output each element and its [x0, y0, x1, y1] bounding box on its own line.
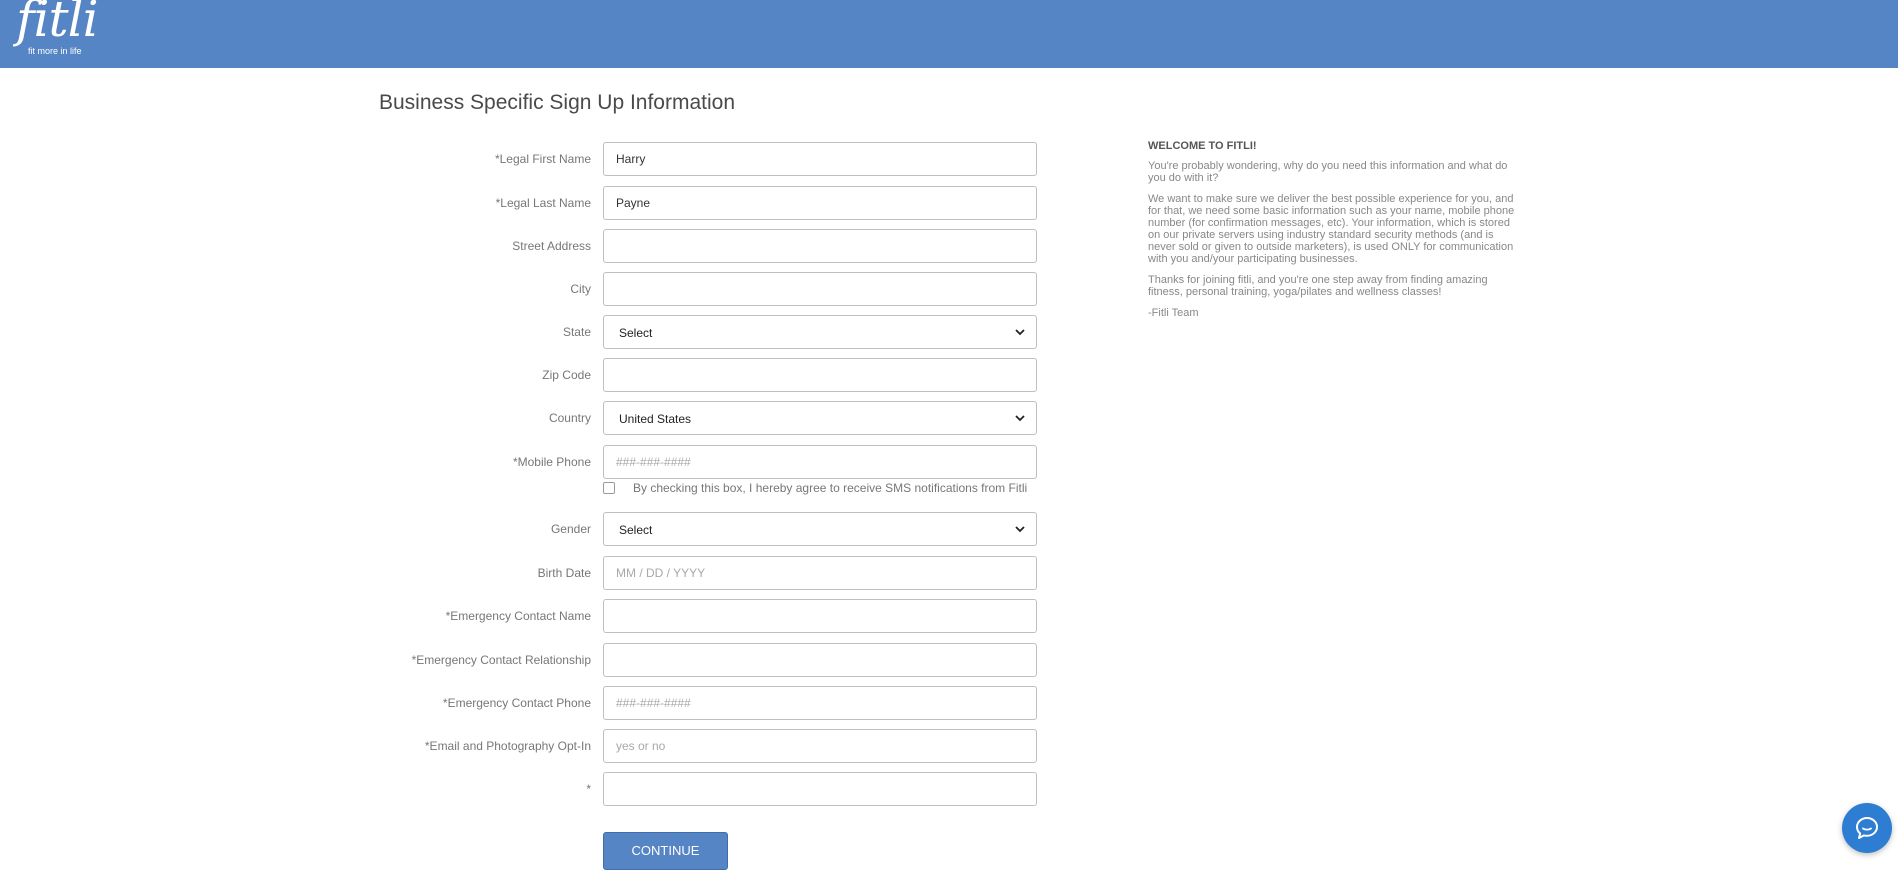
logo-tagline: fit more in life [28, 46, 82, 56]
street-label: Street Address [512, 239, 591, 253]
emergency-relationship-row: *Emergency Contact Relationship [300, 643, 1040, 679]
welcome-signoff: -Fitli Team [1148, 307, 1199, 319]
last-name-row: *Legal Last Name [300, 186, 1040, 222]
photo-optin-input[interactable] [603, 729, 1037, 763]
city-row: City [300, 272, 1040, 308]
chevron-down-icon [1015, 415, 1025, 422]
first-name-input[interactable] [603, 142, 1037, 176]
header-bar: fitli fit more in life [0, 0, 1898, 68]
chevron-down-icon [1015, 329, 1025, 336]
country-row: Country United States [300, 401, 1040, 437]
last-name-input[interactable] [603, 186, 1037, 220]
gender-label: Gender [550, 522, 591, 536]
welcome-paragraph-1: You're probably wondering, why do you ne… [1148, 160, 1508, 184]
chevron-down-icon [1015, 526, 1025, 533]
country-selected-value: United States [619, 412, 692, 426]
emergency-phone-input[interactable] [603, 686, 1037, 720]
sms-consent-row: By checking this box, I hereby agree to … [603, 480, 1103, 498]
photo-optin-label: *Email and Photography Opt-In [424, 739, 591, 753]
city-input[interactable] [603, 272, 1037, 306]
state-selected-value: Select [619, 326, 653, 340]
chat-bubble-icon [1856, 817, 1878, 839]
welcome-title: WELCOME TO FITLI! [1148, 140, 1257, 152]
photo-optin-row: *Email and Photography Opt-In [300, 729, 1040, 765]
gender-row: Gender Select [300, 512, 1040, 548]
state-select[interactable]: Select [603, 315, 1037, 349]
emergency-name-input[interactable] [603, 599, 1037, 633]
first-name-label: *Legal First Name [494, 152, 591, 166]
state-row: State Select [300, 315, 1040, 351]
street-row: Street Address [300, 229, 1040, 265]
chat-button[interactable] [1842, 803, 1892, 853]
welcome-panel: WELCOME TO FITLI! You're probably wonder… [1148, 140, 1523, 328]
gender-select[interactable]: Select [603, 512, 1037, 546]
gender-selected-value: Select [619, 523, 653, 537]
street-input[interactable] [603, 229, 1037, 263]
continue-button[interactable]: CONTINUE [603, 832, 728, 870]
welcome-paragraph-3: Thanks for joining fitli, and you're one… [1148, 274, 1488, 298]
state-label: State [562, 325, 591, 339]
extra-field-input[interactable] [603, 772, 1037, 806]
city-label: City [570, 282, 591, 296]
page-title: Business Specific Sign Up Information [379, 91, 736, 114]
birth-date-row: Birth Date [300, 556, 1040, 592]
emergency-phone-label: *Emergency Contact Phone [442, 696, 591, 710]
logo-wordmark: fitli [16, 0, 99, 48]
emergency-name-row: *Emergency Contact Name [300, 599, 1040, 635]
emergency-phone-row: *Emergency Contact Phone [300, 686, 1040, 722]
country-select[interactable]: United States [603, 401, 1037, 435]
mobile-input[interactable] [603, 445, 1037, 479]
zip-row: Zip Code [300, 358, 1040, 394]
emergency-name-label: *Emergency Contact Name [445, 609, 591, 623]
fitli-logo[interactable]: fitli fit more in life [12, 0, 99, 62]
welcome-paragraph-2: We want to make sure we deliver the best… [1148, 193, 1515, 265]
sms-consent-checkbox[interactable] [603, 482, 615, 494]
emergency-relationship-label: *Emergency Contact Relationship [411, 653, 591, 667]
emergency-relationship-input[interactable] [603, 643, 1037, 677]
last-name-label: *Legal Last Name [495, 196, 591, 210]
extra-field-row: * [300, 772, 1040, 808]
birth-date-input[interactable] [603, 556, 1037, 590]
zip-input[interactable] [603, 358, 1037, 392]
country-label: Country [548, 411, 591, 425]
zip-label: Zip Code [542, 368, 591, 382]
sms-consent-label: By checking this box, I hereby agree to … [633, 481, 1028, 495]
mobile-label: *Mobile Phone [512, 455, 591, 469]
mobile-row: *Mobile Phone [300, 445, 1040, 481]
extra-field-label: * [586, 782, 591, 796]
first-name-row: *Legal First Name [300, 142, 1040, 178]
birth-date-label: Birth Date [537, 566, 591, 580]
